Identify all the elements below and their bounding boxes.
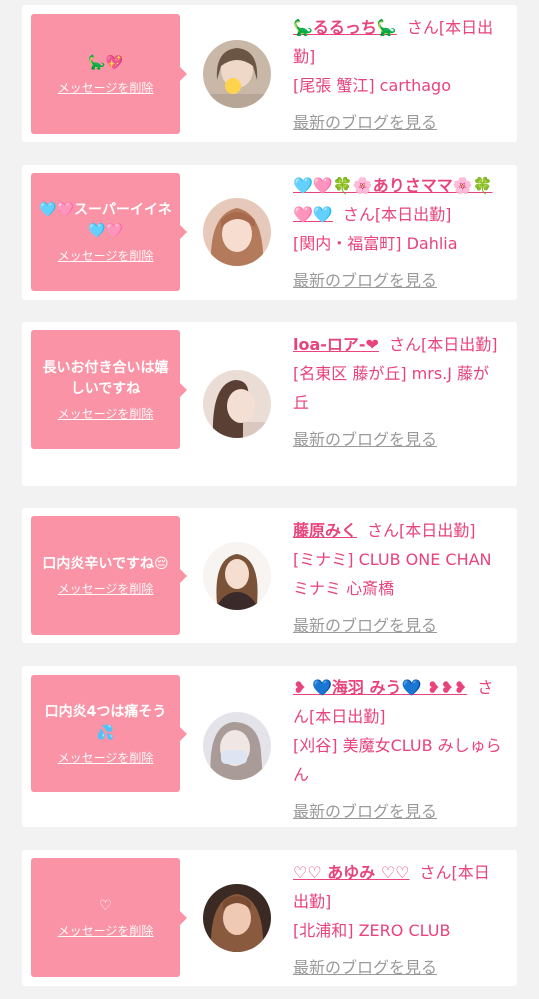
shop-name: [名東区 藤が丘] mrs.J 藤が丘 <box>293 364 490 412</box>
shop-name: [尾張 蟹江] carthago <box>293 76 452 95</box>
shop-name: [北浦和] ZERO CLUB <box>293 921 451 940</box>
avatar[interactable] <box>203 198 271 266</box>
message-card: 🩵🩷スーパーイイネ🩵🩷 メッセージを削除 🩵🩷🍀🌸ありさママ🌸🍀🩷🩵 さん[本日出… <box>22 165 517 300</box>
san-label: さん <box>406 18 439 37</box>
profile-name-link[interactable]: 藤原みく <box>293 521 357 540</box>
message-bubble: 口内炎4つは痛そう💦 メッセージを削除 <box>31 675 187 792</box>
latest-blog-link[interactable]: 最新のブログを見る <box>293 108 505 137</box>
message-text: 長いお付き合いは嬉しいですね <box>42 359 169 397</box>
message-text: 🦕💖 <box>88 54 123 71</box>
message-text: 口内炎辛いですね😔 <box>42 556 169 572</box>
profile-info: ♡♡ あゆみ ♡♡ さん[本日出勤] [北浦和] ZERO CLUB 最新のブログ… <box>293 858 505 982</box>
avatar[interactable] <box>203 712 271 780</box>
girl-photo-avatar <box>203 370 271 438</box>
latest-blog-link[interactable]: 最新のブログを見る <box>293 266 505 295</box>
delete-message-link[interactable]: メッセージを削除 <box>58 580 154 597</box>
avatar[interactable] <box>203 542 271 610</box>
latest-blog-link[interactable]: 最新のブログを見る <box>293 425 505 454</box>
girl-photo-avatar <box>203 542 271 610</box>
profile-name-link[interactable]: loa-ロア-❤ <box>293 335 379 354</box>
shop-name: [ミナミ] CLUB ONE CHAN ミナミ 心斎橋 <box>293 550 492 598</box>
profile-name-link[interactable]: ♡♡ あゆみ ♡♡ <box>293 863 410 882</box>
message-card: ♡ メッセージを削除 ♡♡ あゆみ ♡♡ さん[本日出勤] [北浦和] ZERO … <box>22 850 517 986</box>
message-card: 口内炎辛いですね😔 メッセージを削除 藤原みく さん[本日出勤] [ミナミ] CL… <box>22 508 517 643</box>
shop-name: [関内・福富町] Dahlia <box>293 234 458 253</box>
status-label: [本日出勤] <box>399 521 476 540</box>
message-text: 🩵🩷スーパーイイネ🩵🩷 <box>39 202 172 239</box>
girl-photo-avatar <box>203 198 271 266</box>
profile-info: loa-ロア-❤ さん[本日出勤] [名東区 藤が丘] mrs.J 藤が丘 最新の… <box>293 330 505 454</box>
san-label: さん <box>388 335 421 354</box>
profile-info: ❥ 💙海羽 みう💙 ❥❥❥ さん[本日出勤] [刈谷] 美魔女CLUB みしゅらん… <box>293 673 505 826</box>
delete-message-link[interactable]: メッセージを削除 <box>58 405 154 422</box>
message-text: ♡ <box>99 898 112 914</box>
san-label: さん <box>419 863 452 882</box>
message-bubble: 🩵🩷スーパーイイネ🩵🩷 メッセージを削除 <box>31 173 187 291</box>
profile-info: 🦕るるっち🦕 さん[本日出勤] [尾張 蟹江] carthago 最新のブログを見… <box>293 13 505 137</box>
girl-photo-avatar <box>203 884 271 952</box>
message-bubble: 🦕💖 メッセージを削除 <box>31 14 187 134</box>
message-text: 口内炎4つは痛そう💦 <box>44 703 167 741</box>
message-card: 🦕💖 メッセージを削除 🦕るるっち🦕 さん[本日出勤] [尾張 蟹江] carth… <box>22 5 517 142</box>
message-card: 口内炎4つは痛そう💦 メッセージを削除 ❥ 💙海羽 みう💙 ❥❥❥ さん[本日出勤… <box>22 666 517 827</box>
message-bubble: ♡ メッセージを削除 <box>31 858 187 977</box>
shop-name: [刈谷] 美魔女CLUB みしゅらん <box>293 736 502 784</box>
status-label: [本日出勤] <box>420 335 498 354</box>
profile-info: 藤原みく さん[本日出勤] [ミナミ] CLUB ONE CHAN ミナミ 心斎橋… <box>293 516 505 640</box>
latest-blog-link[interactable]: 最新のブログを見る <box>293 797 505 826</box>
status-label: [本日出勤] <box>374 205 452 224</box>
delete-message-link[interactable]: メッセージを削除 <box>58 922 154 939</box>
message-card: 長いお付き合いは嬉しいですね メッセージを削除 loa-ロア-❤ さん[本日出勤]… <box>22 322 517 486</box>
latest-blog-link[interactable]: 最新のブログを見る <box>293 953 505 982</box>
profile-name-link[interactable]: ❥ 💙海羽 みう💙 ❥❥❥ <box>293 678 467 697</box>
san-label: さん <box>342 205 375 224</box>
avatar[interactable] <box>203 884 271 952</box>
san-label: さん <box>367 521 400 540</box>
delete-message-link[interactable]: メッセージを削除 <box>58 247 154 264</box>
latest-blog-link[interactable]: 最新のブログを見る <box>293 611 505 640</box>
girl-photo-avatar <box>203 712 271 780</box>
profile-name-link[interactable]: 🦕るるっち🦕 <box>293 18 397 37</box>
delete-message-link[interactable]: メッセージを削除 <box>58 79 154 96</box>
girl-photo-avatar <box>203 40 271 108</box>
avatar[interactable] <box>203 40 271 108</box>
message-bubble: 口内炎辛いですね😔 メッセージを削除 <box>31 516 187 635</box>
status-label: [本日出勤] <box>309 707 386 726</box>
delete-message-link[interactable]: メッセージを削除 <box>58 749 154 766</box>
avatar[interactable] <box>203 370 271 438</box>
profile-info: 🩵🩷🍀🌸ありさママ🌸🍀🩷🩵 さん[本日出勤] [関内・福富町] Dahlia 最新… <box>293 171 505 295</box>
message-bubble: 長いお付き合いは嬉しいですね メッセージを削除 <box>31 330 187 449</box>
